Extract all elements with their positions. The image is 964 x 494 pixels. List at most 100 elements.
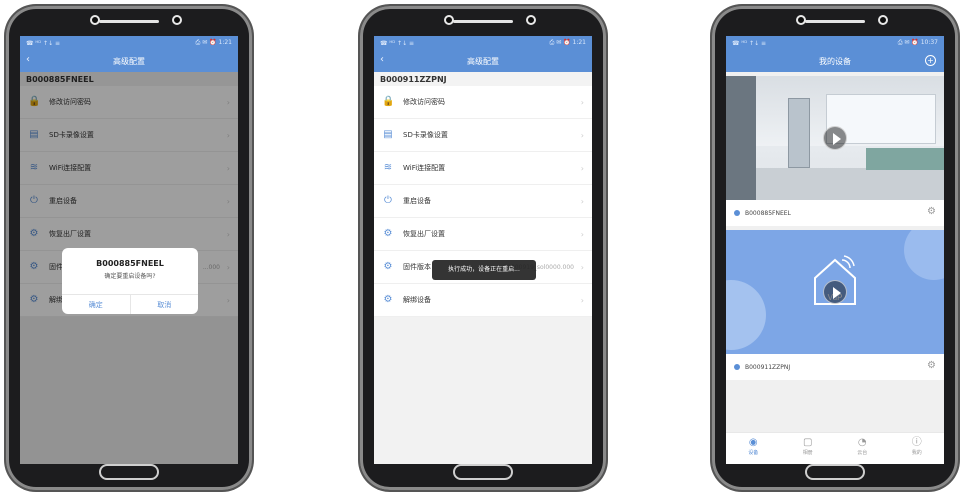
- gear-icon[interactable]: ⚙: [927, 207, 936, 217]
- nav-bar: 我的设备 +: [726, 50, 944, 72]
- tab-label: 设备: [748, 450, 759, 456]
- menu-item-label: 恢复出厂设置: [403, 230, 445, 238]
- status-right: ⎙ ✉ ⏰ 10:37: [897, 39, 938, 46]
- gear-icon[interactable]: ⚙: [927, 361, 936, 371]
- speaker-grille: [453, 20, 513, 23]
- device-card-footer: B000911ZZPNJ ⚙: [726, 354, 944, 380]
- menu-item-label: 解绑设备: [403, 296, 431, 304]
- menu-item-label: 固件版本: [403, 263, 431, 271]
- home-button[interactable]: [453, 464, 513, 480]
- menu-item-sd-recording[interactable]: ▤ SD卡录像设置 ›: [374, 119, 592, 152]
- status-right: ⎙ ✉ ⏰ 1:21: [549, 39, 587, 46]
- tab-label: 相册: [802, 450, 813, 456]
- home-button[interactable]: [805, 464, 865, 480]
- album-icon: ▢: [803, 437, 813, 448]
- status-left: ☎ ᴴᴰ ↑↓ ≡: [26, 39, 61, 47]
- speaker-grille: [99, 20, 159, 23]
- status-left: ☎ ᴴᴰ ↑↓ ≡: [380, 39, 415, 47]
- sensor-icon: [526, 15, 536, 25]
- menu-item-label: 修改访问密码: [403, 98, 445, 106]
- menu-item-label: 重启设备: [403, 197, 431, 205]
- gear-icon: ⚙: [383, 294, 393, 305]
- nav-bar: ‹ 高级配置: [20, 50, 238, 72]
- settings-menu: 🔒 修改访问密码 › ▤ SD卡录像设置 › ≋ WiFi连接配置 › ⏻ 重启设备 › ⚙ 恢复…: [374, 86, 592, 317]
- tab-me[interactable]: ⓘ 我的: [890, 433, 945, 464]
- online-status-icon: [734, 210, 740, 216]
- chevron-right-icon: ›: [580, 97, 584, 107]
- play-icon[interactable]: [823, 126, 847, 150]
- camera-preview-thumbnail[interactable]: [726, 76, 944, 200]
- menu-item-reboot[interactable]: ⏻ 重启设备 ›: [374, 185, 592, 218]
- back-button[interactable]: ‹: [380, 54, 384, 65]
- cloud-icon: ◔: [857, 437, 867, 448]
- device-card[interactable]: B000885FNEEL ⚙: [726, 76, 944, 226]
- menu-item-factory-reset[interactable]: ⚙ 恢复出厂设置 ›: [374, 218, 592, 251]
- dialog-title: B000885FNEEL: [96, 259, 164, 268]
- device-card[interactable]: VuP B000911ZZPNJ ⚙: [726, 230, 944, 380]
- screen-advanced-config-1: ☎ ᴴᴰ ↑↓ ≡ ⎙ ✉ ⏰ 1:21 ‹ 高级配置 B000885FNEEL…: [20, 36, 238, 464]
- confirm-button[interactable]: 确定: [62, 295, 130, 314]
- tab-devices[interactable]: ◉ 设备: [726, 433, 781, 464]
- menu-item-label: SD卡录像设置: [403, 131, 448, 139]
- sd-card-icon: ▤: [383, 129, 393, 140]
- menu-item-change-password[interactable]: 🔒 修改访问密码 ›: [374, 86, 592, 119]
- device-name: B000911ZZPNJ: [745, 363, 791, 371]
- camera-placeholder-thumbnail[interactable]: VuP: [726, 230, 944, 354]
- lock-icon: 🔒: [382, 96, 395, 107]
- tab-label: 我的: [911, 450, 922, 456]
- dialog-buttons: 确定 取消: [62, 294, 198, 314]
- device-name: B000885FNEEL: [745, 209, 791, 217]
- add-device-button[interactable]: +: [925, 55, 936, 66]
- tab-label: 云台: [857, 450, 868, 456]
- phone-frame-1: ☎ ᴴᴰ ↑↓ ≡ ⎙ ✉ ⏰ 1:21 ‹ 高级配置 B000885FNEEL…: [6, 6, 252, 490]
- gear-icon: ⚙: [383, 261, 393, 272]
- chevron-right-icon: ›: [580, 196, 584, 206]
- power-icon: ⏻: [384, 195, 392, 206]
- page-title: 我的设备: [819, 56, 851, 66]
- tab-cloud[interactable]: ◔ 云台: [835, 433, 890, 464]
- home-button[interactable]: [99, 464, 159, 480]
- office-floor: [726, 168, 944, 200]
- decor-circle: [726, 280, 766, 350]
- office-rack: [726, 76, 756, 200]
- online-status-icon: [734, 364, 740, 370]
- play-icon[interactable]: [823, 280, 847, 304]
- status-bar: ☎ ᴴᴰ ↑↓ ≡ ⎙ ✉ ⏰ 10:37: [726, 36, 944, 50]
- status-right: ⎙ ✉ ⏰ 1:21: [195, 39, 233, 46]
- wifi-icon: ≋: [383, 162, 393, 173]
- success-toast: 执行成功，设备正在重启...: [432, 260, 536, 280]
- office-door: [788, 98, 810, 168]
- phone-frame-3: ☎ ᴴᴰ ↑↓ ≡ ⎙ ✉ ⏰ 10:37 我的设备 + B000885FNEE…: [712, 6, 958, 490]
- dialog-message: 确定要重启设备吗?: [104, 273, 156, 280]
- phone-frame-2: ☎ ᴴᴰ ↑↓ ≡ ⎙ ✉ ⏰ 1:21 ‹ 高级配置 B000911ZZPNJ…: [360, 6, 606, 490]
- sensor-icon: [172, 15, 182, 25]
- page-title: 高级配置: [113, 56, 145, 66]
- chevron-right-icon: ›: [580, 229, 584, 239]
- chevron-right-icon: ›: [580, 163, 584, 173]
- screen-advanced-config-2: ☎ ᴴᴰ ↑↓ ≡ ⎙ ✉ ⏰ 1:21 ‹ 高级配置 B000911ZZPNJ…: [374, 36, 592, 464]
- page-title: 高级配置: [467, 56, 499, 66]
- gear-icon: ⚙: [383, 228, 393, 239]
- menu-item-label: WiFi连接配置: [403, 164, 446, 172]
- info-icon: ⓘ: [911, 437, 922, 448]
- camera-icon: ◉: [748, 437, 758, 448]
- cancel-button[interactable]: 取消: [129, 295, 199, 314]
- status-left: ☎ ᴴᴰ ↑↓ ≡: [732, 39, 767, 47]
- status-bar: ☎ ᴴᴰ ↑↓ ≡ ⎙ ✉ ⏰ 1:21: [374, 36, 592, 50]
- device-card-footer: B000885FNEEL ⚙: [726, 200, 944, 226]
- chevron-right-icon: ›: [580, 262, 584, 272]
- reboot-confirm-dialog: B000885FNEEL 确定要重启设备吗? 确定 取消: [62, 248, 198, 314]
- nav-bar: ‹ 高级配置: [374, 50, 592, 72]
- status-bar: ☎ ᴴᴰ ↑↓ ≡ ⎙ ✉ ⏰ 1:21: [20, 36, 238, 50]
- chevron-right-icon: ›: [580, 295, 584, 305]
- menu-item-wifi-config[interactable]: ≋ WiFi连接配置 ›: [374, 152, 592, 185]
- screen-my-devices: ☎ ᴴᴰ ↑↓ ≡ ⎙ ✉ ⏰ 10:37 我的设备 + B000885FNEE…: [726, 36, 944, 464]
- bottom-tab-bar: ◉ 设备 ▢ 相册 ◔ 云台 ⓘ 我的: [726, 432, 944, 464]
- speaker-grille: [805, 20, 865, 23]
- device-id-label: B000911ZZPNJ: [374, 72, 592, 86]
- menu-item-unbind[interactable]: ⚙ 解绑设备 ›: [374, 284, 592, 317]
- chevron-right-icon: ›: [580, 130, 584, 140]
- decor-circle: [904, 230, 944, 280]
- back-button[interactable]: ‹: [26, 54, 30, 65]
- tab-album[interactable]: ▢ 相册: [781, 433, 836, 464]
